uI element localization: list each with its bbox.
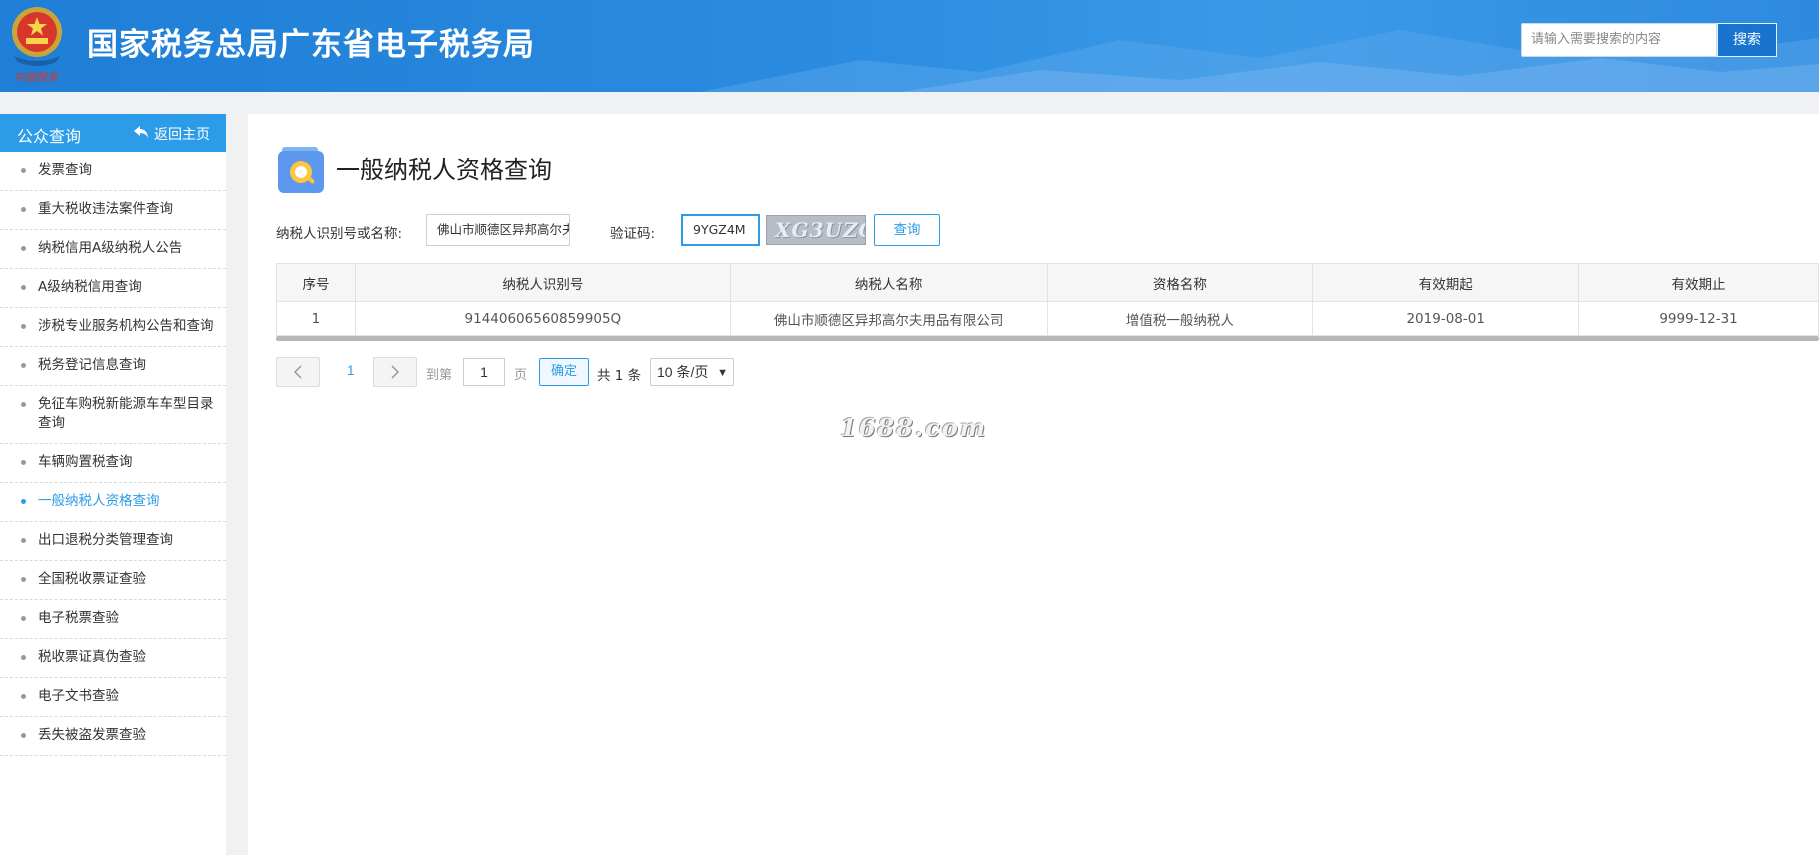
bullet-icon bbox=[21, 246, 26, 251]
chevron-left-icon bbox=[293, 365, 302, 379]
national-emblem-logo: 中国税务 bbox=[6, 4, 68, 86]
sidebar-item-lost-invoice[interactable]: 丢失被盗发票查验 bbox=[0, 717, 226, 756]
main-content: 一般纳税人资格查询 纳税人识别号或名称: 佛山市顺德区异邦高尔夫 验证码: 9Y… bbox=[248, 114, 1819, 855]
column-header: 有效期起 bbox=[1312, 263, 1580, 302]
sidebar-item-national-tax-voucher[interactable]: 全国税收票证查验 bbox=[0, 561, 226, 600]
chevron-right-icon bbox=[391, 365, 400, 379]
column-header: 资格名称 bbox=[1046, 263, 1314, 302]
total-count: 共 1 条 bbox=[597, 368, 642, 384]
bullet-icon bbox=[21, 577, 26, 582]
sidebar-item-label: 纳税信用A级纳税人公告 bbox=[38, 240, 183, 256]
bullet-icon bbox=[21, 538, 26, 543]
sidebar-item-label: 税收票证真伪查验 bbox=[38, 649, 146, 665]
sidebar-item-nev-exempt-catalog[interactable]: 免征车购税新能源车车型目录查询 bbox=[0, 386, 226, 444]
prev-page-button[interactable] bbox=[276, 357, 320, 387]
sidebar-item-voucher-authenticity[interactable]: 税收票证真伪查验 bbox=[0, 639, 226, 678]
sidebar-item-label: A级纳税信用查询 bbox=[38, 279, 142, 295]
captcha-image-text: XG3UZG bbox=[775, 218, 865, 242]
next-page-button[interactable] bbox=[373, 357, 417, 387]
sidebar-item-label: 电子文书查验 bbox=[38, 688, 119, 704]
taxpayer-label: 纳税人识别号或名称: bbox=[276, 226, 403, 242]
search-document-icon bbox=[278, 147, 324, 193]
bullet-icon bbox=[21, 285, 26, 290]
sidebar-item-major-tax-violation[interactable]: 重大税收违法案件查询 bbox=[0, 191, 226, 230]
sidebar-item-label: 出口退税分类管理查询 bbox=[38, 532, 173, 548]
bullet-icon bbox=[21, 616, 26, 621]
sidebar-item-a-credit-announcement[interactable]: 纳税信用A级纳税人公告 bbox=[0, 230, 226, 269]
sidebar-item-tax-registration[interactable]: 税务登记信息查询 bbox=[0, 347, 226, 386]
site-title: 国家税务总局广东省电子税务局 bbox=[87, 27, 535, 63]
captcha-label: 验证码: bbox=[610, 226, 656, 242]
bullet-icon bbox=[21, 694, 26, 699]
bullet-icon bbox=[21, 324, 26, 329]
sidebar-item-label: 丢失被盗发票查验 bbox=[38, 727, 146, 743]
sidebar-item-label: 免征车购税新能源车车型目录查询 bbox=[38, 396, 214, 431]
goto-suffix: 页 bbox=[514, 368, 528, 383]
column-header: 纳税人识别号 bbox=[354, 263, 731, 302]
sidebar: 公众查询 返回主页 发票查询 重大税收违法案件查询 纳税信用A级纳税人公告 A级… bbox=[0, 114, 226, 855]
sidebar-item-vehicle-purchase-tax[interactable]: 车辆购置税查询 bbox=[0, 444, 226, 483]
sidebar-header: 公众查询 返回主页 bbox=[0, 114, 226, 152]
sidebar-item-e-document[interactable]: 电子文书查验 bbox=[0, 678, 226, 717]
sidebar-item-general-taxpayer[interactable]: 一般纳税人资格查询 bbox=[0, 483, 226, 522]
table-cell: 91440606560859905Q bbox=[354, 301, 731, 336]
result-table: 序号 纳税人识别号 纳税人名称 资格名称 有效期起 有效期止 1 9144060… bbox=[276, 263, 1819, 336]
sidebar-item-a-credit-query[interactable]: A级纳税信用查询 bbox=[0, 269, 226, 308]
search-input[interactable]: 请输入需要搜索的内容 bbox=[1521, 23, 1717, 57]
back-home-link[interactable]: 返回主页 bbox=[154, 124, 210, 144]
sidebar-title: 公众查询 bbox=[17, 127, 82, 146]
sidebar-item-export-rebate[interactable]: 出口退税分类管理查询 bbox=[0, 522, 226, 561]
table-cell: 1 bbox=[276, 301, 356, 336]
watermark: 1688.com bbox=[840, 413, 988, 442]
taxpayer-input[interactable]: 佛山市顺德区异邦高尔夫 bbox=[426, 214, 570, 246]
sidebar-item-label: 电子税票查验 bbox=[38, 610, 119, 626]
search-button[interactable]: 搜索 bbox=[1717, 23, 1777, 57]
table-cell: 佛山市顺德区异邦高尔夫用品有限公司 bbox=[729, 301, 1048, 336]
table-cell: 2019-08-01 bbox=[1312, 301, 1580, 336]
table-cell: 增值税一般纳税人 bbox=[1046, 301, 1314, 336]
sidebar-item-label: 车辆购置税查询 bbox=[38, 454, 133, 470]
sidebar-item-e-tax-receipt[interactable]: 电子税票查验 bbox=[0, 600, 226, 639]
sidebar-item-label: 发票查询 bbox=[38, 162, 92, 178]
column-header: 序号 bbox=[276, 263, 356, 302]
sidebar-item-label: 重大税收违法案件查询 bbox=[38, 201, 173, 217]
bullet-icon bbox=[21, 499, 26, 504]
sidebar-item-tax-service-agencies[interactable]: 涉税专业服务机构公告和查询 bbox=[0, 308, 226, 347]
bullet-icon bbox=[21, 460, 26, 465]
sidebar-item-label: 一般纳税人资格查询 bbox=[38, 493, 160, 509]
bullet-icon bbox=[21, 207, 26, 212]
sidebar-item-label: 全国税收票证查验 bbox=[38, 571, 146, 587]
page-size-value: 10 条/页 bbox=[657, 364, 709, 380]
column-header: 纳税人名称 bbox=[729, 263, 1048, 302]
emblem-caption: 中国税务 bbox=[14, 71, 59, 84]
site-header: 中国税务 国家税务总局广东省电子税务局 请输入需要搜索的内容 搜索 bbox=[0, 0, 1819, 92]
page-title: 一般纳税人资格查询 bbox=[336, 156, 552, 184]
horizontal-scrollbar[interactable] bbox=[276, 336, 1819, 341]
captcha-input[interactable]: 9YGZ4M bbox=[681, 214, 760, 246]
table-row: 1 91440606560859905Q 佛山市顺德区异邦高尔夫用品有限公司 增… bbox=[276, 301, 1819, 336]
sidebar-item-label: 税务登记信息查询 bbox=[38, 357, 146, 373]
table-header-row: 序号 纳税人识别号 纳税人名称 资格名称 有效期起 有效期止 bbox=[276, 263, 1819, 302]
query-button[interactable]: 查询 bbox=[874, 214, 940, 246]
bullet-icon bbox=[21, 363, 26, 368]
page-size-select[interactable]: 10 条/页 ▼ bbox=[650, 358, 734, 386]
bullet-icon bbox=[21, 733, 26, 738]
goto-page-input[interactable]: 1 bbox=[463, 358, 505, 386]
bullet-icon bbox=[21, 168, 26, 173]
table-cell: 9999-12-31 bbox=[1578, 301, 1819, 336]
sidebar-item-invoice-query[interactable]: 发票查询 bbox=[0, 152, 226, 191]
sidebar-item-label: 涉税专业服务机构公告和查询 bbox=[38, 318, 214, 334]
chevron-down-icon: ▼ bbox=[717, 367, 728, 379]
current-page[interactable]: 1 bbox=[347, 363, 355, 378]
back-arrow-icon[interactable] bbox=[133, 125, 149, 139]
goto-confirm-button[interactable]: 确定 bbox=[539, 358, 589, 386]
bullet-icon bbox=[21, 655, 26, 660]
bullet-icon bbox=[21, 402, 26, 407]
sidebar-menu: 发票查询 重大税收违法案件查询 纳税信用A级纳税人公告 A级纳税信用查询 涉税专… bbox=[0, 152, 226, 756]
captcha-image[interactable]: XG3UZG bbox=[766, 215, 866, 245]
goto-prefix: 到第 bbox=[426, 368, 453, 383]
column-header: 有效期止 bbox=[1578, 263, 1819, 302]
